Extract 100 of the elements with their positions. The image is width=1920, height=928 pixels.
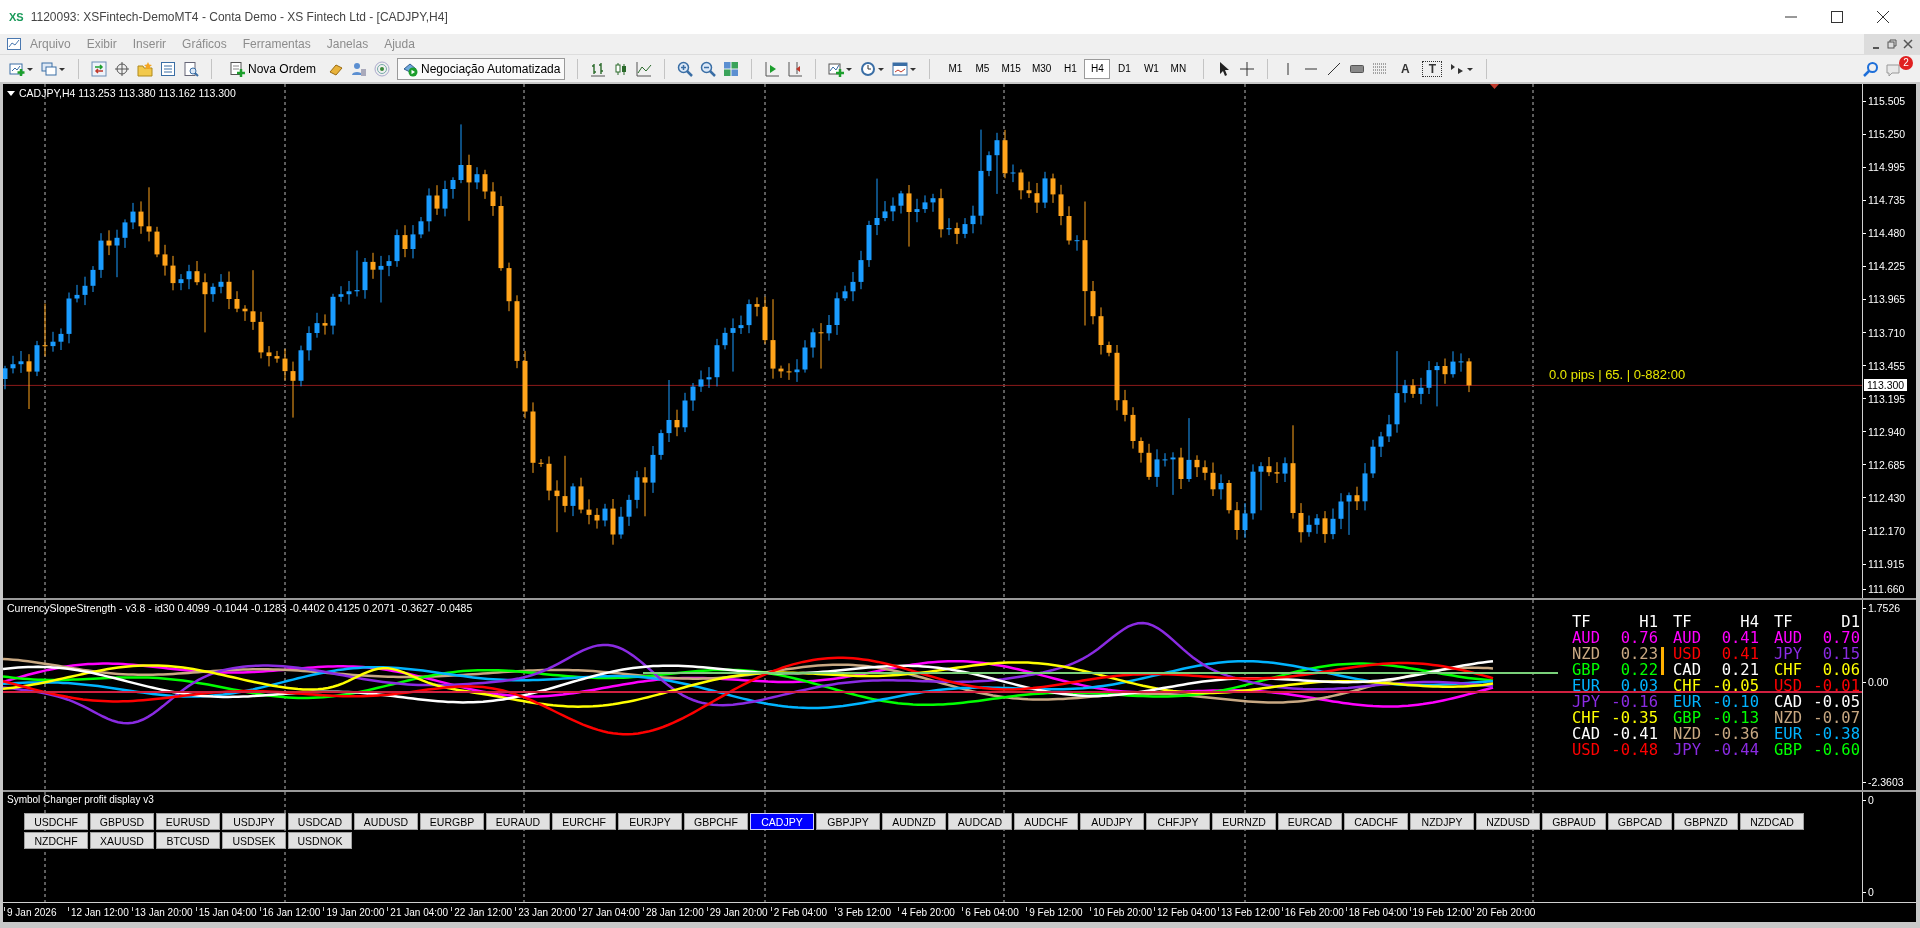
timeframe-button[interactable]: M30 <box>1026 58 1057 79</box>
chart-header: CADJPY,H4 113.253 113.380 113.162 113.300 <box>19 87 236 99</box>
chart-plus-icon[interactable] <box>9 60 25 77</box>
text-tool-button[interactable]: A <box>1395 57 1416 80</box>
timeframe-button[interactable]: W1 <box>1138 58 1165 79</box>
time-label: 16 Feb 20:00 <box>1281 907 1346 918</box>
strength-value: 0.41 <box>1721 646 1759 662</box>
strength-value: -0.38 <box>1813 726 1860 742</box>
symbol-button[interactable]: GBPCAD <box>1608 813 1672 830</box>
symbol-button[interactable]: GBPJPY <box>816 813 880 830</box>
symbol-button[interactable]: EURNZD <box>1212 813 1276 830</box>
symbol-button[interactable]: USDJPY <box>222 813 286 830</box>
indicator-axis-label: -2.3603 <box>1863 776 1904 788</box>
panel-icon[interactable] <box>160 60 176 77</box>
symbol-button[interactable]: AUDCHF <box>1014 813 1078 830</box>
symbol-button[interactable]: GBPAUD <box>1542 813 1606 830</box>
timeframe-button[interactable]: M15 <box>996 58 1026 79</box>
zoom-out-icon[interactable] <box>700 60 717 77</box>
currency-label: NZD <box>1572 646 1600 662</box>
dropdown-triangle-icon[interactable] <box>7 89 15 97</box>
symbol-button[interactable]: USDCHF <box>24 813 88 830</box>
timeframe-button[interactable]: H4 <box>1084 58 1111 79</box>
currency-label: CHF <box>1673 678 1701 694</box>
symbol-button[interactable]: BTCUSD <box>156 832 220 849</box>
app-logo: XS <box>9 11 24 23</box>
auto-trading-button[interactable]: Negociação Automatizada <box>397 57 566 80</box>
indicator-plus-icon[interactable] <box>828 60 845 77</box>
symbol-button[interactable]: AUDUSD <box>354 813 418 830</box>
period-header: H1 <box>1639 614 1658 630</box>
search-icon[interactable] <box>1863 60 1879 77</box>
symbol-button[interactable]: NZDCHF <box>24 832 88 849</box>
symbol-button[interactable]: CADJPY <box>750 813 814 830</box>
symbol-button[interactable]: CADCHF <box>1344 813 1408 830</box>
symbol-button[interactable]: XAUUSD <box>90 832 154 849</box>
timeframe-button[interactable]: M1 <box>942 58 969 79</box>
chart-shift-icon[interactable] <box>787 60 804 77</box>
symbol-button[interactable]: CHFJPY <box>1146 813 1210 830</box>
symbol-button[interactable]: NZDUSD <box>1476 813 1540 830</box>
symbol-button[interactable]: AUDNZD <box>882 813 946 830</box>
symbol-button[interactable]: USDCAD <box>288 813 352 830</box>
symbol-button[interactable]: EURJPY <box>618 813 682 830</box>
strength-value: -0.35 <box>1611 710 1658 726</box>
line-chart-icon[interactable] <box>636 60 653 77</box>
price-label: 111.660 <box>1863 583 1905 595</box>
symbol-button[interactable]: AUDJPY <box>1080 813 1144 830</box>
window-title: 1120093: XSFintech-DemoMT4 - Conta Demo - XS Fintech Ltd - [CADJPY,H4] <box>30 10 448 24</box>
currency-label: JPY <box>1774 646 1802 662</box>
symbol-button[interactable]: AUDCAD <box>948 813 1012 830</box>
price-label: 113.195 <box>1863 392 1906 405</box>
currency-label: JPY <box>1673 742 1701 758</box>
crosshair-icon[interactable] <box>1239 60 1256 77</box>
target-icon[interactable] <box>114 60 130 77</box>
symbol-button[interactable]: NZDJPY <box>1410 813 1474 830</box>
close-window-icon[interactable] <box>1902 37 1914 51</box>
price-label: 113.455 <box>1863 359 1906 372</box>
currency-label: CAD <box>1572 726 1600 742</box>
currency-label: NZD <box>1673 726 1701 742</box>
timeframe-button[interactable]: MN <box>1165 58 1192 79</box>
shift-marker <box>1490 84 1499 89</box>
document-search-icon[interactable] <box>183 60 199 77</box>
strength-value: -0.10 <box>1712 694 1759 710</box>
symbol-button[interactable]: GBPCHF <box>684 813 748 830</box>
symbol-button[interactable]: GBPNZD <box>1674 813 1738 830</box>
clock-icon[interactable] <box>860 60 877 77</box>
autoscroll-icon[interactable] <box>764 60 781 77</box>
symbol-button[interactable]: EURUSD <box>156 813 220 830</box>
symbol-button[interactable]: USDNOK <box>288 832 352 849</box>
marker-bar <box>1661 647 1664 675</box>
text-label-button[interactable]: T <box>1422 60 1443 77</box>
price-label: 112.940 <box>1863 425 1906 438</box>
timeframe-button[interactable]: D1 <box>1111 58 1138 79</box>
folder-star-icon[interactable] <box>137 60 153 77</box>
template-icon[interactable] <box>892 60 909 77</box>
timeframe-button[interactable]: M5 <box>969 58 996 79</box>
indicator-header: CurrencySlopeStrength - v3.8 - id30 0.4099 -0.1044 -0.1283 -0.4402 0.4125 0.2071 -0.3627 -0.0485 <box>7 602 473 614</box>
time-label: 20 Feb 20:00 <box>1473 907 1538 918</box>
price-label: 113.710 <box>1863 326 1906 339</box>
symbol-button[interactable]: EURCHF <box>552 813 616 830</box>
strength-value: -0.16 <box>1611 694 1658 710</box>
restore-window-icon[interactable] <box>1886 37 1898 51</box>
timeframe-button[interactable]: H1 <box>1057 58 1084 79</box>
period-header: D1 <box>1841 614 1860 630</box>
bar-chart-icon[interactable] <box>590 60 607 77</box>
swap-arrows-icon[interactable] <box>91 60 107 77</box>
symbol-button[interactable]: EURCAD <box>1278 813 1342 830</box>
tile-windows-icon[interactable] <box>723 60 740 77</box>
zoom-in-icon[interactable] <box>677 60 694 77</box>
strength-value: -0.60 <box>1813 742 1860 758</box>
radio-signal-icon[interactable] <box>374 60 391 77</box>
trend-line-icon[interactable] <box>1326 60 1343 77</box>
symbol-button[interactable]: EURAUD <box>486 813 550 830</box>
symbol-button[interactable]: EURGBP <box>420 813 484 830</box>
user-icon[interactable] <box>351 60 368 77</box>
close-icon[interactable] <box>1875 9 1891 25</box>
symbol-button[interactable]: USDSEK <box>222 832 286 849</box>
symbol-button[interactable]: GBPUSD <box>90 813 154 830</box>
symbol-button[interactable]: NZDCAD <box>1740 813 1804 830</box>
time-label: 19 Feb 12:00 <box>1409 907 1474 918</box>
new-order-button[interactable]: Nova Ordem <box>224 57 322 80</box>
maximize-icon[interactable] <box>1829 9 1845 25</box>
